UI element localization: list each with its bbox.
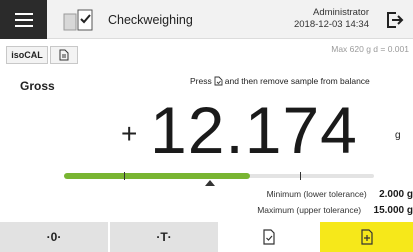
min-tolerance-row: Minimum (lower tolerance) 2.000 g — [267, 189, 413, 200]
min-tolerance-label: Minimum (lower tolerance) — [266, 189, 367, 199]
tare-button[interactable]: ·T· — [110, 222, 218, 252]
max-tolerance-value: 15.000 g — [373, 205, 413, 216]
target-pointer — [205, 180, 215, 186]
add-doc-icon — [360, 229, 373, 245]
instruction-text: Press and then remove sample from balanc… — [190, 76, 370, 86]
confirm-doc-icon — [214, 76, 223, 86]
bottom-actions: ·0· ·T· — [0, 222, 413, 252]
lower-tolerance-tick — [124, 172, 125, 180]
date-time: 2018-12-03 14:34 — [293, 19, 369, 30]
user-info: Administrator 2018-12-03 14:34 — [294, 7, 369, 31]
isocal-button[interactable]: isoCAL — [6, 46, 48, 64]
weight-value: 12.174 — [150, 93, 358, 167]
document-button[interactable] — [50, 46, 78, 64]
menu-button[interactable] — [0, 0, 47, 39]
print-button[interactable] — [220, 222, 318, 252]
weight-sign: + — [121, 118, 138, 149]
max-tolerance-row: Maximum (upper tolerance) 15.000 g — [257, 205, 413, 216]
sub-toolbar: isoCAL Max 620 g d = 0.001 — [0, 40, 413, 64]
hamburger-icon — [14, 12, 33, 27]
capacity-info: Max 620 g d = 0.001 — [331, 44, 409, 54]
checkweighing-app-icon — [63, 9, 93, 31]
logout-icon — [387, 11, 404, 28]
tolerance-bar — [64, 172, 374, 180]
instruction-prefix: Press — [190, 76, 212, 86]
top-bar: Checkweighing Administrator 2018-12-03 1… — [0, 0, 413, 39]
max-tolerance-label: Maximum (upper tolerance) — [257, 205, 362, 215]
instruction-suffix: and then remove sample from balance — [224, 76, 370, 86]
mode-label: Gross — [20, 79, 55, 93]
logout-button[interactable] — [377, 0, 413, 39]
min-tolerance-value: 2.000 g — [379, 189, 413, 200]
tolerance-fill — [64, 173, 250, 179]
upper-tolerance-tick — [300, 172, 301, 180]
weight-unit: g — [395, 130, 401, 141]
add-result-button[interactable] — [320, 222, 413, 252]
zero-button[interactable]: ·0· — [0, 222, 108, 252]
print-check-icon — [263, 229, 275, 245]
document-icon — [59, 49, 69, 61]
user-name: Administrator — [313, 7, 369, 18]
app-title: Checkweighing — [108, 13, 193, 27]
